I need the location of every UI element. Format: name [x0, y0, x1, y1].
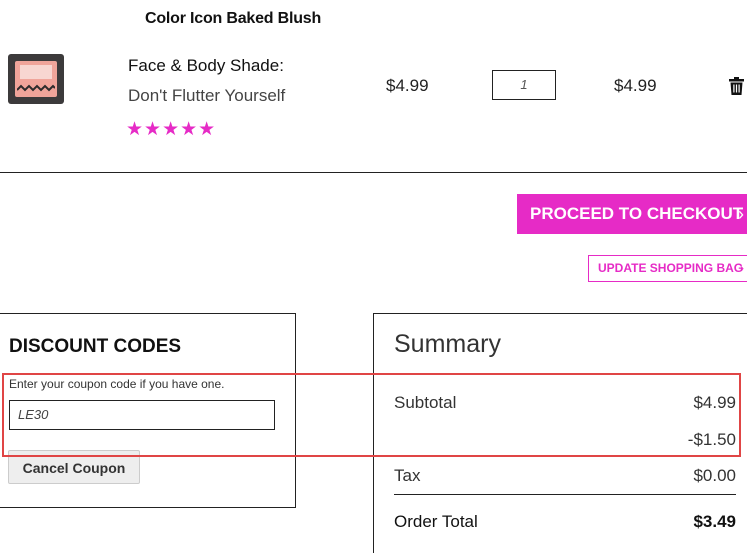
coupon-hint: Enter your coupon code if you have one. [9, 377, 225, 391]
chevron-right-icon: › [740, 261, 744, 275]
trash-icon[interactable] [729, 77, 744, 95]
checkout-label: PROCEED TO CHECKOUT [530, 204, 744, 223]
shade-label: Face & Body Shade: [128, 56, 284, 75]
update-label: UPDATE SHOPPING BAG [598, 261, 744, 275]
update-shopping-bag-button[interactable]: UPDATE SHOPPING BAG › [588, 255, 747, 282]
summary-title: Summary [394, 330, 501, 358]
order-total-label: Order Total [394, 512, 478, 531]
discount-title: DISCOUNT CODES [9, 336, 182, 357]
subtotal-label: Subtotal [394, 393, 457, 412]
chevron-right-icon: › [738, 204, 744, 224]
cart-divider [0, 172, 747, 173]
proceed-to-checkout-button[interactable]: PROCEED TO CHECKOUT › [517, 194, 747, 234]
product-name[interactable]: Color Icon Baked Blush [145, 10, 321, 28]
pan-print [20, 65, 52, 79]
tax-label: Tax [394, 466, 421, 485]
product-thumbnail[interactable] [8, 54, 64, 104]
wave-pattern [17, 84, 55, 92]
cancel-coupon-button[interactable]: Cancel Coupon [8, 450, 140, 484]
line-total: $4.99 [614, 76, 657, 95]
rating-stars: ★★★★★ [126, 119, 217, 140]
unit-price: $4.99 [386, 76, 429, 95]
summary-divider [394, 494, 736, 495]
quantity-input[interactable]: 1 [492, 70, 556, 100]
discount-amount: -$1.50 [687, 430, 736, 449]
subtotal-value: $4.99 [693, 393, 736, 412]
tax-value: $0.00 [693, 466, 736, 485]
order-total-value: $3.49 [693, 512, 736, 531]
coupon-code-input[interactable]: LE30 [9, 400, 275, 430]
shade-value: Don't Flutter Yourself [128, 86, 286, 105]
